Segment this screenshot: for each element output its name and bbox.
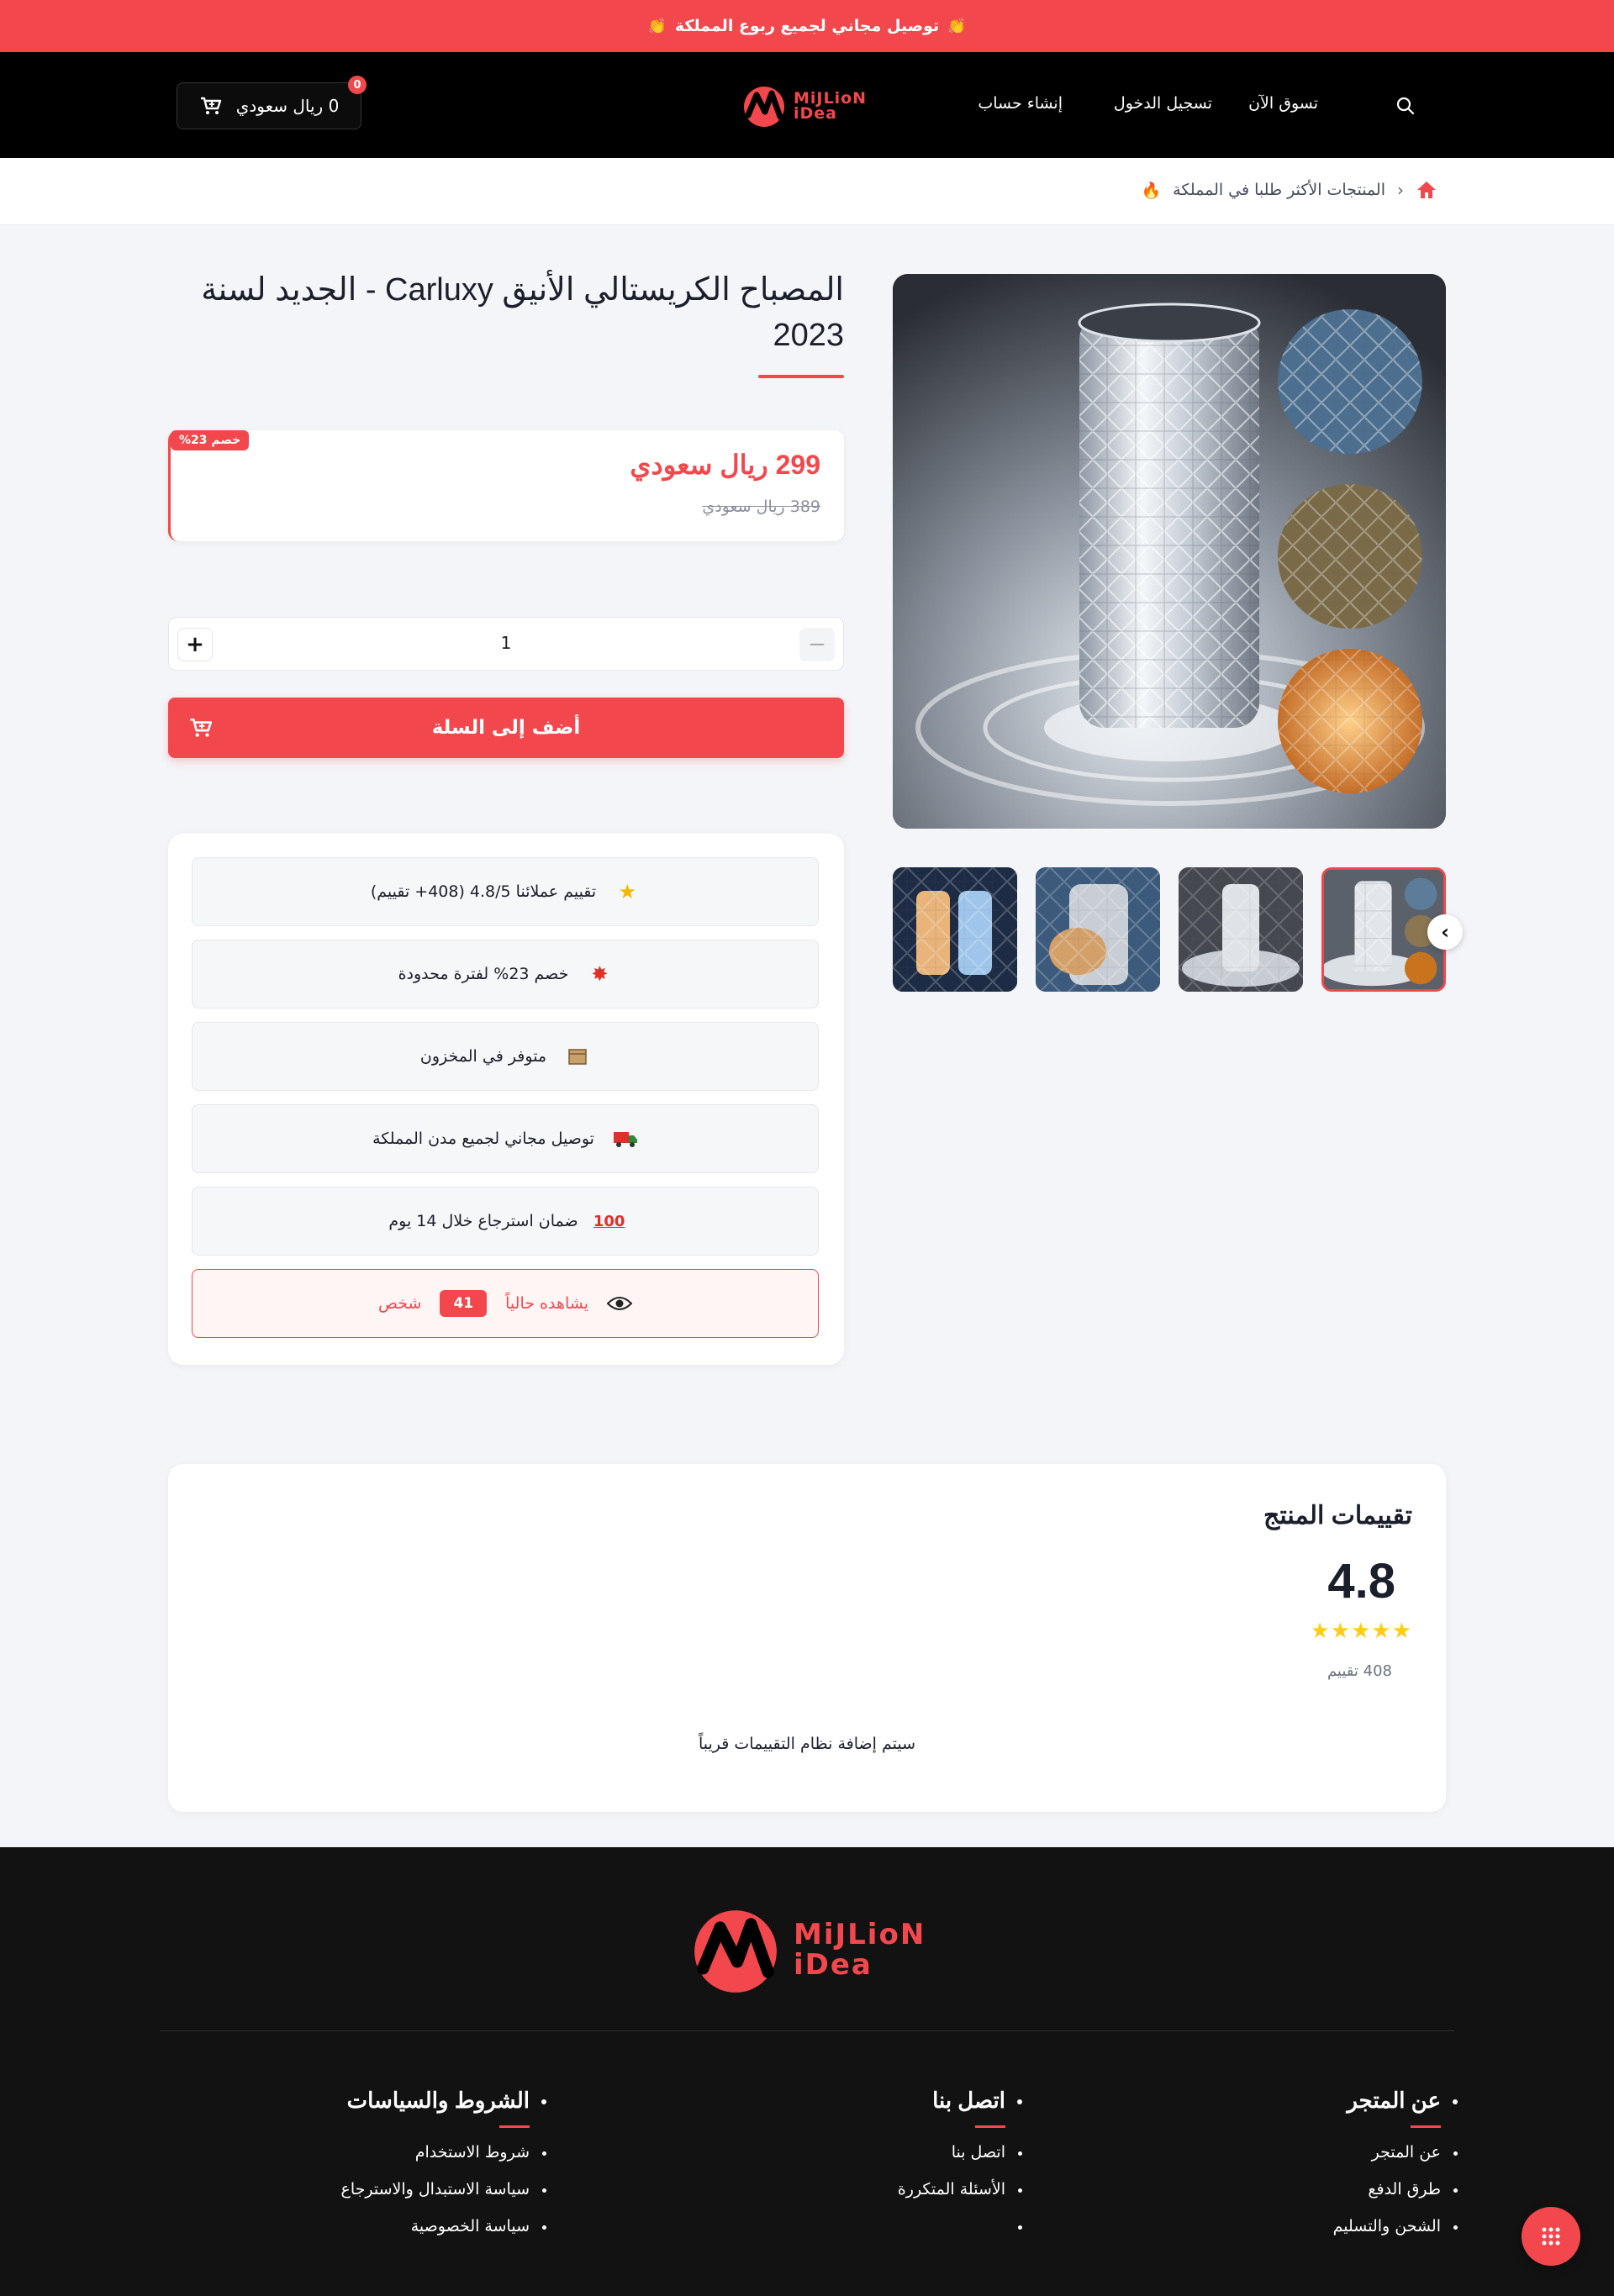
fire-icon: 🔥 <box>1141 181 1162 200</box>
star-icon: ★ <box>1330 1619 1352 1644</box>
feature-text: ضمان استرجاع خلال 14 يوم <box>388 1212 578 1230</box>
clap-icon: 👏 <box>647 17 667 35</box>
reviews-score: 4.8 <box>1327 1554 1395 1609</box>
star-icon: ★ <box>618 880 636 903</box>
thumbnail-4[interactable] <box>893 867 1017 992</box>
feature-text: تقييم عملائنا 4.8/5 (408+ تقييم) <box>370 882 597 901</box>
footer-link[interactable]: طرق الدفع <box>1333 2180 1458 2199</box>
footer-col-policies: الشروط والسياسات شروط الاستخدام سياسة ال… <box>341 2088 547 2254</box>
cart-icon <box>200 97 221 114</box>
floating-menu-button[interactable] <box>1522 2207 1580 2266</box>
current-price: 299 ريال سعودي <box>630 450 820 480</box>
chevron-right-icon[interactable]: › <box>1427 914 1463 950</box>
site-header: تسوق الآن تسجيل الدخول إنشاء حساب MiJLio… <box>0 52 1614 158</box>
clap-icon: 👏 <box>947 17 967 35</box>
cart-icon <box>190 719 213 737</box>
breadcrumb-current[interactable]: المنتجات الأكثر طلبا في المملكة <box>1173 181 1385 199</box>
footer-col-title: الشروط والسياسات <box>341 2088 547 2114</box>
footer-col-title: اتصل بنا <box>898 2088 1023 2114</box>
reviews-section: تقييمات المنتج 4.8 ★★★★★ 408 تقييم سيتم … <box>168 1464 1446 1812</box>
thumbnail-2[interactable] <box>1179 867 1303 992</box>
original-price: 389 ريال سعودي <box>702 498 820 516</box>
footer-divider <box>160 2030 1454 2031</box>
add-to-cart-label: أضف إلى السلة <box>431 717 581 739</box>
star-icon: ★ <box>1371 1619 1392 1644</box>
nav-login[interactable]: تسجيل الدخول <box>1114 94 1212 113</box>
footer-link[interactable]: سياسة الخصوصية <box>341 2217 547 2235</box>
truck-icon <box>613 1126 638 1151</box>
box-icon <box>565 1044 590 1069</box>
thumbnail-3[interactable] <box>1036 867 1160 992</box>
live-viewers-count: 41 <box>440 1290 488 1317</box>
nav-register[interactable]: إنشاء حساب <box>978 94 1063 113</box>
announcement-text: توصيل مجاني لجميع ربوع المملكة <box>674 17 940 35</box>
site-logo[interactable]: MiJLioN iDea <box>741 82 876 129</box>
hundred-icon: 100 <box>593 1212 625 1230</box>
logo-mark-icon <box>744 87 784 127</box>
logo-text-line2: iDea <box>794 1948 873 1982</box>
boom-icon: ✸ <box>591 962 609 986</box>
footer-link-empty <box>898 2217 1023 2235</box>
grid-icon <box>1542 2227 1560 2246</box>
reviews-title: تقييمات المنتج <box>1263 1502 1412 1530</box>
footer-link[interactable]: الشحن والتسليم <box>1333 2217 1458 2235</box>
site-footer: MiJLioN iDea عن المتجر عن المتجر طرق الد… <box>0 1847 1614 2296</box>
title-underline <box>758 375 844 378</box>
rating-stars: ★★★★★ <box>1310 1619 1412 1644</box>
discount-tag: خصم 23% <box>171 430 250 450</box>
announcement-bar: 👏 توصيل مجاني لجميع ربوع المملكة 👏 <box>0 0 1614 52</box>
add-to-cart-button[interactable]: أضف إلى السلة <box>168 698 844 758</box>
footer-link[interactable]: سياسة الاستبدال والاسترجاع <box>341 2180 547 2199</box>
logo-mark-icon <box>694 1910 777 1993</box>
footer-logo[interactable]: MiJLioN iDea <box>689 1901 933 1998</box>
star-half-icon: ★ <box>1310 1619 1331 1644</box>
product-title: المصباح الكريستالي الأنيق Carluxy - الجد… <box>201 272 844 353</box>
footer-link[interactable]: اتصل بنا <box>898 2143 1023 2162</box>
logo-text-line2: iDea <box>794 104 837 123</box>
feature-text: خصم 23% لفترة محدودة <box>398 965 569 983</box>
live-viewers-suffix: شخص <box>378 1294 422 1313</box>
live-viewers: يشاهده حالياً 41 شخص <box>192 1269 819 1338</box>
footer-col-underline <box>1411 2125 1441 2128</box>
live-viewers-prefix: يشاهده حالياً <box>505 1294 588 1313</box>
feature-discount: ✸ خصم 23% لفترة محدودة <box>192 940 819 1008</box>
quantity-stepper: − 1 + <box>168 617 844 671</box>
cart-count-badge: 0 <box>348 76 367 94</box>
star-icon: ★ <box>1351 1619 1372 1644</box>
nav-shop-now[interactable]: تسوق الآن <box>1248 94 1318 113</box>
main-product-image[interactable] <box>893 274 1446 829</box>
crystal-lamp-image <box>893 274 1446 829</box>
star-icon: ★ <box>1391 1619 1412 1644</box>
breadcrumb: ‹ المنتجات الأكثر طلبا في المملكة 🔥 <box>0 158 1614 225</box>
feature-text: توصيل مجاني لجميع مدن المملكة <box>372 1130 594 1148</box>
feature-text: متوفر في المخزون <box>419 1047 547 1066</box>
footer-col-title: عن المتجر <box>1333 2088 1458 2114</box>
quantity-increase-button[interactable]: + <box>177 628 213 661</box>
footer-col-underline <box>975 2125 1005 2128</box>
feature-shipping: توصيل مجاني لجميع مدن المملكة <box>192 1104 819 1173</box>
home-icon[interactable] <box>1416 180 1437 200</box>
eye-icon <box>607 1291 632 1316</box>
feature-stock: متوفر في المخزون <box>192 1022 819 1091</box>
price-box: خصم 23% 299 ريال سعودي 389 ريال سعودي <box>168 430 844 541</box>
logo-text-line1: MiJLioN <box>794 1918 926 1951</box>
footer-link[interactable]: الأسئلة المتكررة <box>898 2180 1023 2199</box>
footer-col-underline <box>499 2125 530 2128</box>
footer-link[interactable]: عن المتجر <box>1333 2143 1458 2162</box>
footer-link[interactable]: شروط الاستخدام <box>341 2143 547 2162</box>
chevron-left-icon: ‹ <box>1397 180 1404 200</box>
thumbnail-strip <box>893 867 1446 993</box>
reviews-count: 408 تقييم <box>1327 1662 1392 1680</box>
feature-rating: ★ تقييم عملائنا 4.8/5 (408+ تقييم) <box>192 857 819 926</box>
cart-total: 0 ريال سعودي <box>235 96 340 116</box>
footer-col-about: عن المتجر عن المتجر طرق الدفع الشحن والت… <box>1333 2088 1458 2254</box>
cart-button[interactable]: 0 ريال سعودي <box>177 82 361 129</box>
search-icon[interactable] <box>1395 96 1416 116</box>
product-features: ★ تقييم عملائنا 4.8/5 (408+ تقييم) ✸ خصم… <box>168 834 844 1365</box>
feature-guarantee: 100 ضمان استرجاع خلال 14 يوم <box>192 1187 819 1256</box>
footer-col-contact: اتصل بنا اتصل بنا الأسئلة المتكررة <box>898 2088 1023 2254</box>
reviews-coming-soon: سيتم إضافة نظام التقييمات قريباً <box>698 1735 915 1753</box>
quantity-value[interactable]: 1 <box>169 633 843 653</box>
